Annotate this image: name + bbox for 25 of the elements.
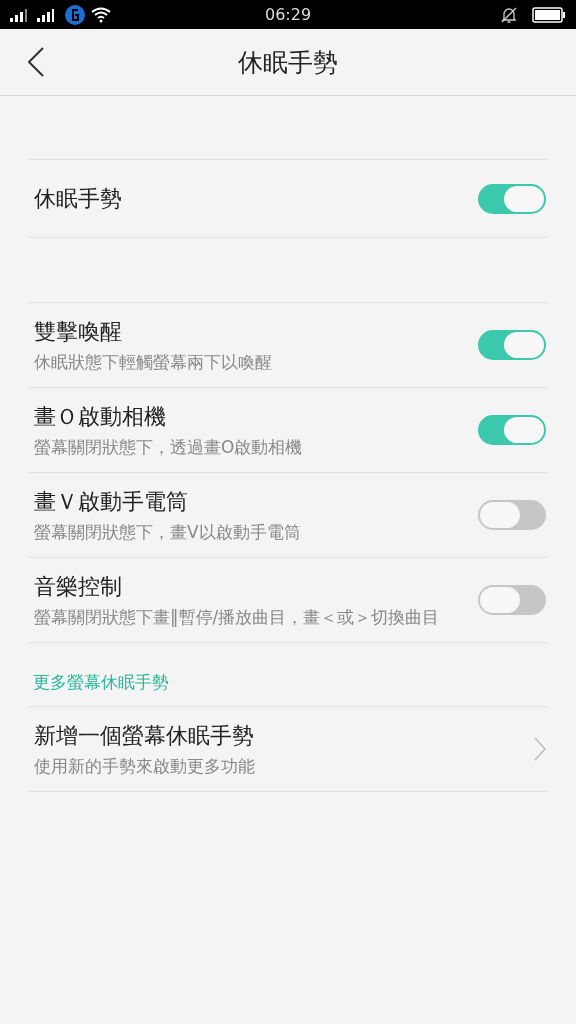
- toggle-switch[interactable]: [478, 500, 546, 531]
- setting-description: 螢幕關閉狀態下，透過畫O啟動相機: [34, 436, 303, 459]
- setting-title: 音樂控制: [34, 573, 123, 602]
- toggle-switch[interactable]: [478, 415, 546, 446]
- status-time: 06:29: [264, 5, 312, 24]
- setting-title[interactable]: 新增一個螢幕休眠手勢: [34, 721, 255, 752]
- muted-bell-icon: [500, 5, 518, 24]
- wifi-icon: [91, 6, 111, 23]
- setting-title: 畫Ｖ啟動手電筒: [34, 488, 189, 517]
- chevron-icon[interactable]: [534, 737, 546, 762]
- battery-icon: [532, 6, 566, 23]
- setting-title: 休眠手勢: [34, 184, 122, 213]
- toggle-switch[interactable]: [478, 330, 546, 361]
- toggle-switch[interactable]: [478, 585, 546, 616]
- setting-title: 雙擊喚醒: [34, 318, 123, 346]
- setting-description: 螢幕關閉狀態下畫‖暫停/播放曲目，畫＜或＞切換曲目: [34, 606, 440, 629]
- setting-title: 畫Ｏ啟動相機: [34, 403, 167, 432]
- back-icon[interactable]: [28, 47, 44, 77]
- carrier-logo-icon: [64, 3, 86, 26]
- toggle-switch[interactable]: [478, 183, 546, 214]
- page-title: 休眠手勢: [238, 46, 338, 79]
- setting-description: 使用新的手勢來啟動更多功能: [34, 755, 255, 778]
- setting-description: 休眠狀態下輕觸螢幕兩下以喚醒: [34, 351, 272, 374]
- section-heading: 更多螢幕休眠手勢: [33, 671, 170, 695]
- setting-description: 螢幕關閉狀態下，畫V以啟動手電筒: [34, 521, 301, 544]
